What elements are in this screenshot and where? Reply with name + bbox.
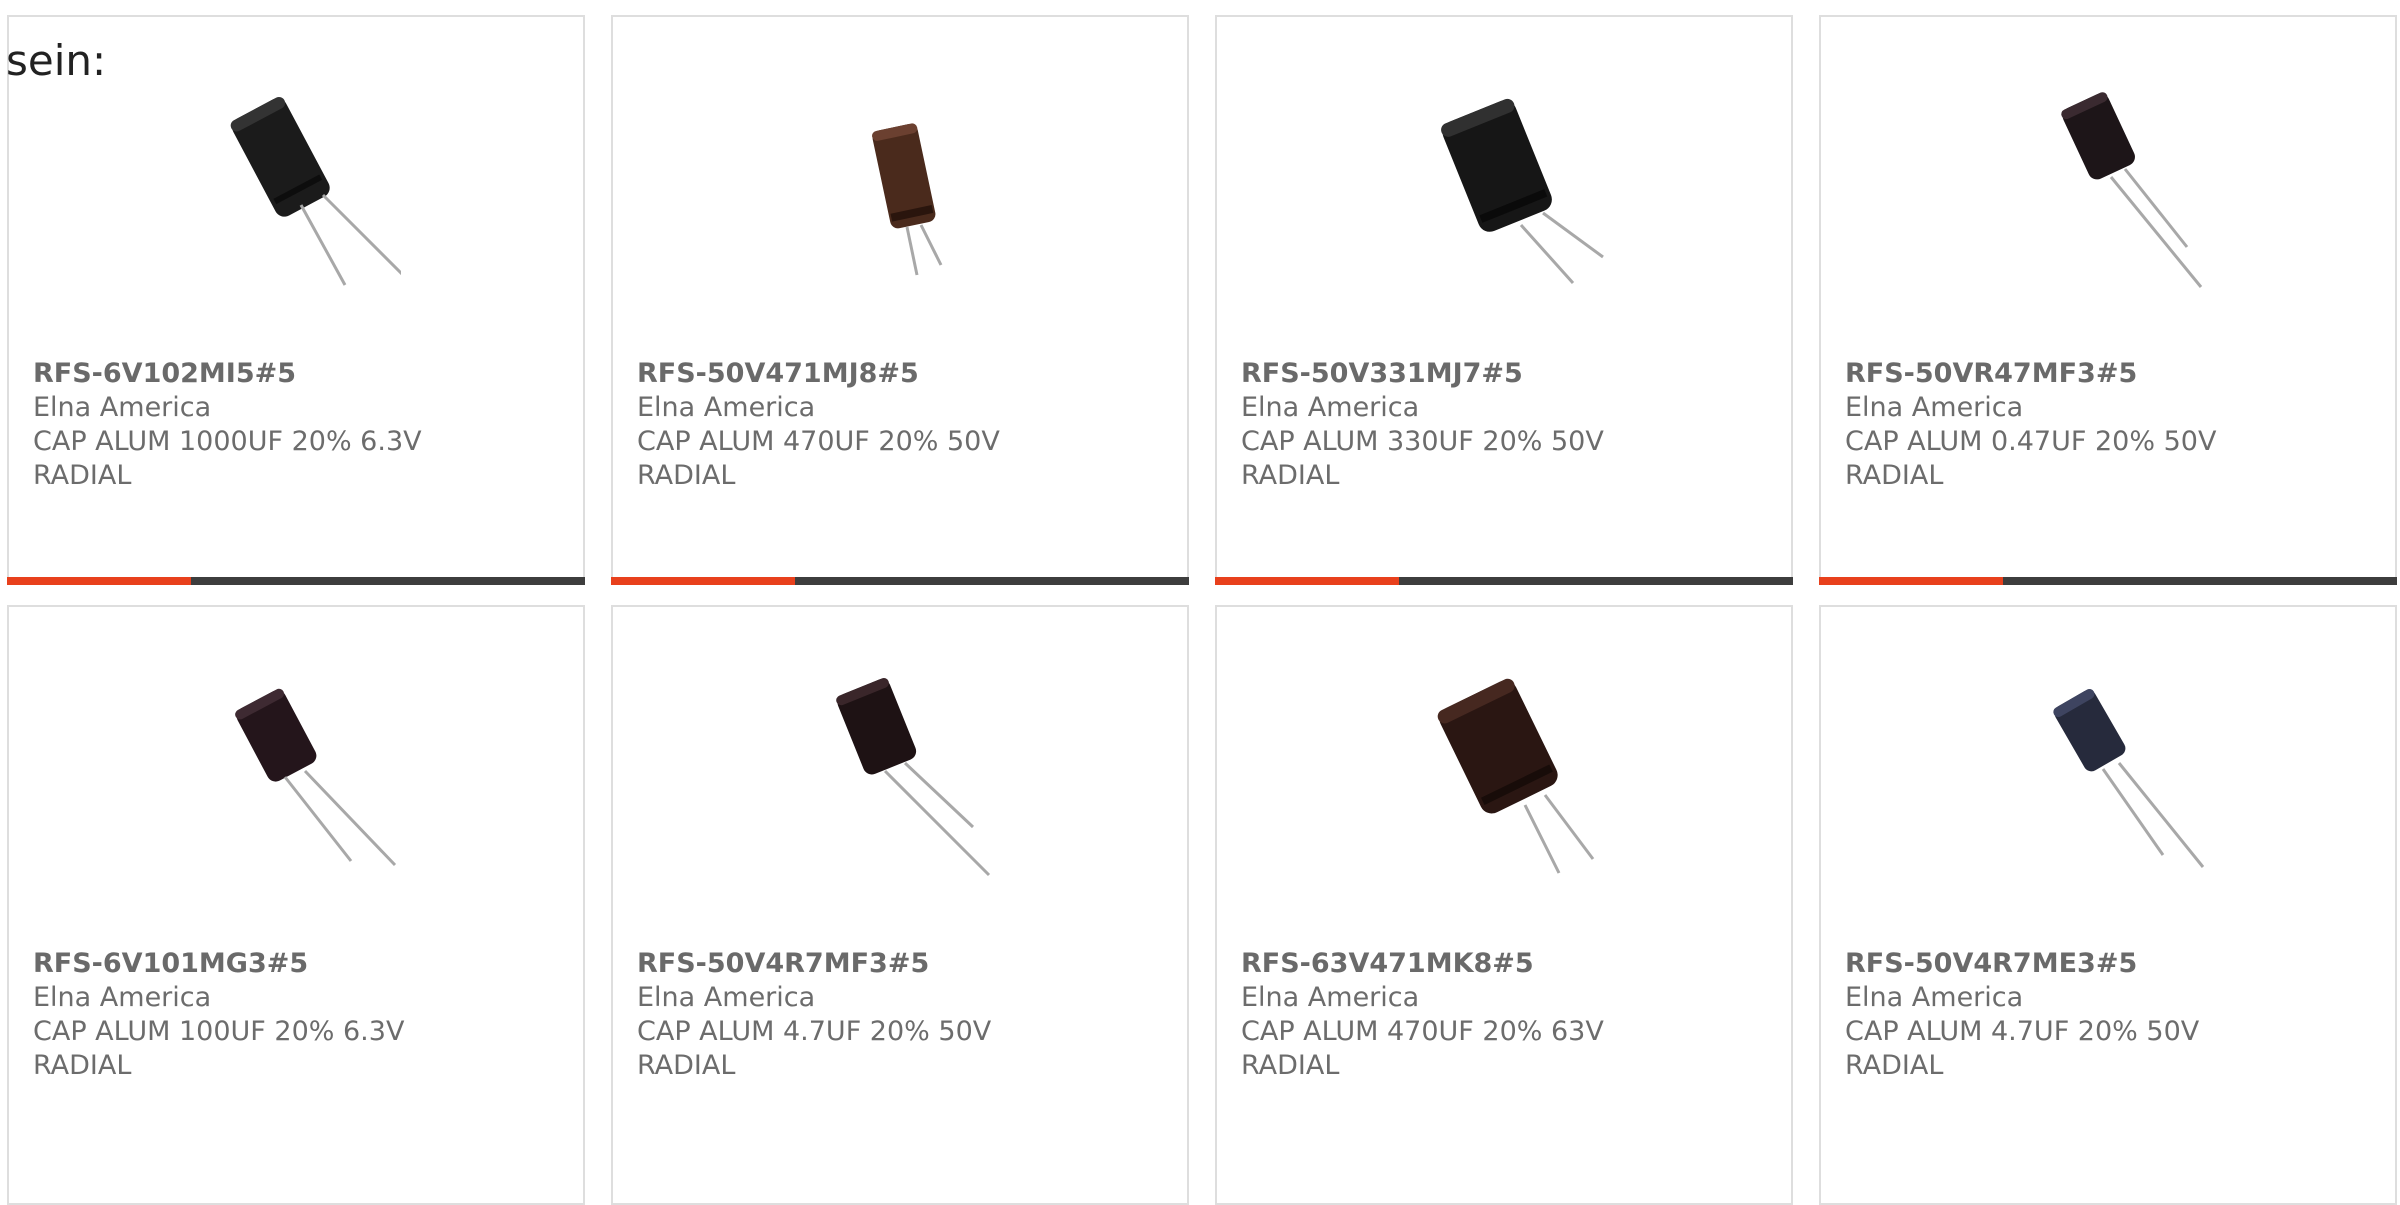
package-type: RADIAL xyxy=(33,1050,132,1081)
card-footer-bar xyxy=(1819,577,2397,585)
description: CAP ALUM 4.7UF 20% 50V xyxy=(1845,1016,2200,1047)
product-card[interactable]: RFS-63V471MK8#5 Elna America CAP ALUM 47… xyxy=(1215,605,1793,1205)
description: CAP ALUM 1000UF 20% 6.3V xyxy=(33,426,422,457)
part-number[interactable]: RFS-6V102MI5#5 xyxy=(33,357,563,391)
manufacturer: Elna America xyxy=(637,392,816,423)
product-card[interactable]: RFS-6V101MG3#5 Elna America CAP ALUM 100… xyxy=(7,605,585,1205)
part-number[interactable]: RFS-63V471MK8#5 xyxy=(1241,947,1771,981)
product-card[interactable]: RFS-50V331MJ7#5 Elna America CAP ALUM 33… xyxy=(1215,15,1793,585)
capacitor-image[interactable] xyxy=(2007,87,2213,293)
capacitor-image[interactable] xyxy=(2007,677,2213,883)
description: CAP ALUM 4.7UF 20% 50V xyxy=(637,1016,992,1047)
manufacturer: Elna America xyxy=(1241,392,1420,423)
product-grid: RFS-6V102MI5#5 Elna America CAP ALUM 100… xyxy=(0,0,2400,1205)
package-type: RADIAL xyxy=(637,1050,736,1081)
package-type: RADIAL xyxy=(637,460,736,491)
part-number[interactable]: RFS-50V331MJ7#5 xyxy=(1241,357,1771,391)
package-type: RADIAL xyxy=(1845,1050,1944,1081)
part-number[interactable]: RFS-50V471MJ8#5 xyxy=(637,357,1167,391)
product-card[interactable]: RFS-50V471MJ8#5 Elna America CAP ALUM 47… xyxy=(611,15,1189,585)
description: CAP ALUM 100UF 20% 6.3V xyxy=(33,1016,405,1047)
part-number[interactable]: RFS-6V101MG3#5 xyxy=(33,947,563,981)
part-number[interactable]: RFS-50V4R7ME3#5 xyxy=(1845,947,2375,981)
card-accent-bar xyxy=(1215,577,1399,585)
card-footer-bar xyxy=(1215,577,1793,585)
part-number[interactable]: RFS-50V4R7MF3#5 xyxy=(637,947,1167,981)
description: CAP ALUM 470UF 20% 50V xyxy=(637,426,1000,457)
capacitor-image[interactable] xyxy=(195,677,401,883)
description: CAP ALUM 330UF 20% 50V xyxy=(1241,426,1604,457)
product-card[interactable]: RFS-50V4R7ME3#5 Elna America CAP ALUM 4.… xyxy=(1819,605,2397,1205)
manufacturer: Elna America xyxy=(33,982,212,1013)
package-type: RADIAL xyxy=(1241,460,1340,491)
intro-text: sein: xyxy=(6,36,107,85)
capacitor-image[interactable] xyxy=(799,677,1005,883)
manufacturer: Elna America xyxy=(1241,982,1420,1013)
manufacturer: Elna America xyxy=(1845,982,2024,1013)
product-card[interactable]: RFS-50VR47MF3#5 Elna America CAP ALUM 0.… xyxy=(1819,15,2397,585)
manufacturer: Elna America xyxy=(33,392,212,423)
card-footer-bar xyxy=(611,577,1189,585)
capacitor-image[interactable] xyxy=(195,87,401,293)
product-card[interactable]: RFS-50V4R7MF3#5 Elna America CAP ALUM 4.… xyxy=(611,605,1189,1205)
product-card[interactable]: RFS-6V102MI5#5 Elna America CAP ALUM 100… xyxy=(7,15,585,585)
capacitor-image[interactable] xyxy=(1403,677,1609,883)
package-type: RADIAL xyxy=(33,460,132,491)
package-type: RADIAL xyxy=(1241,1050,1340,1081)
part-number[interactable]: RFS-50VR47MF3#5 xyxy=(1845,357,2375,391)
description: CAP ALUM 470UF 20% 63V xyxy=(1241,1016,1604,1047)
manufacturer: Elna America xyxy=(1845,392,2024,423)
capacitor-image[interactable] xyxy=(1403,87,1609,293)
card-footer-bar xyxy=(7,577,585,585)
manufacturer: Elna America xyxy=(637,982,816,1013)
package-type: RADIAL xyxy=(1845,460,1944,491)
capacitor-image[interactable] xyxy=(799,87,1005,293)
card-accent-bar xyxy=(1819,577,2003,585)
description: CAP ALUM 0.47UF 20% 50V xyxy=(1845,426,2217,457)
card-accent-bar xyxy=(7,577,191,585)
card-accent-bar xyxy=(611,577,795,585)
